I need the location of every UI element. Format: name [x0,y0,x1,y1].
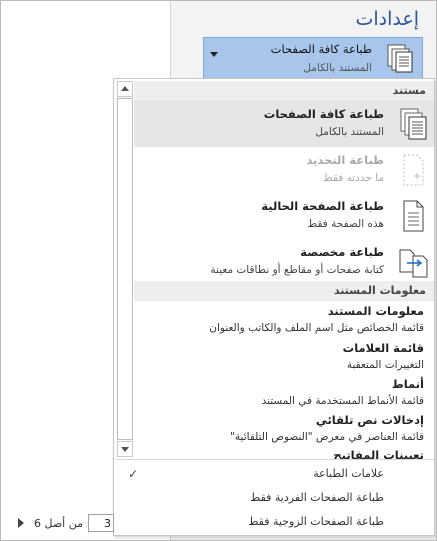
single-page-icon [398,200,428,232]
menu-item-label: طباعة مخصصة [300,245,384,259]
menu-item-print-custom[interactable]: طباعة مخصصة كتابة صفحات أو مقاطع أو نطاق… [134,239,434,285]
menu-item-print-current[interactable]: طباعة الصفحة الحالية هذه الصفحة فقط [134,193,434,239]
checkmark-icon: ✓ [128,467,139,481]
menu-item-desc: المستند بالكامل [315,126,384,138]
menu-item-doc-info[interactable]: معلومات المستند قائمة الخصائص مثل اسم ال… [134,303,434,339]
option-label: طباعة الصفحات الزوجية فقط [248,515,384,528]
menu-item-print-selection[interactable]: طباعة التحديد ما حددته فقط [134,147,434,193]
menu-item-desc: التغييرات المتعقبة [346,359,424,371]
menu-item-desc: كتابة صفحات أو مقاطع أو نطاقات معينة [210,264,384,276]
menu-item-label: معلومات المستند [327,304,424,318]
section-header-document: مستند [134,81,434,101]
current-page-input[interactable]: 3 [88,514,114,532]
menu-item-label: طباعة كافة الصفحات [263,107,384,121]
chevron-down-icon [210,52,218,57]
section-header-doc-info: معلومات المستند [134,281,434,301]
scroll-down-icon[interactable] [117,441,133,457]
menu-item-print-all[interactable]: طباعة كافة الصفحات المستند بالكامل [134,101,434,147]
custom-range-icon [398,246,428,278]
page-count-label: من أصل 6 [34,517,83,530]
option-print-odd-pages[interactable]: طباعة الصفحات الفردية فقط [116,486,434,510]
menu-item-label: إدخالات نص تلقائي [315,413,424,427]
menu-item-desc: هذه الصفحة فقط [307,218,384,230]
menu-item-key-assignments[interactable]: تعيينات المفاتيح [134,447,434,459]
menu-item-label: قائمة العلامات [342,341,424,355]
menu-item-styles[interactable]: أنماط قائمة الأنماط المستخدمة في المستند [134,375,434,411]
print-range-label: طباعة كافة الصفحات [270,42,372,56]
settings-title: إعدادات [355,8,420,30]
option-label: طباعة الصفحات الفردية فقط [250,491,384,504]
selection-page-icon [398,154,428,186]
menu-item-autotext[interactable]: إدخالات نص تلقائي قائمة العناصر في معرض … [134,411,434,447]
scroll-up-icon[interactable] [117,81,133,97]
pages-icon [386,44,414,78]
next-page-icon[interactable] [18,518,24,528]
option-print-markup[interactable]: علامات الطباعة ✓ [116,462,434,486]
option-label: علامات الطباعة [313,467,384,480]
print-range-sublabel: المستند بالكامل [303,62,372,74]
scroll-thumb[interactable] [117,98,133,440]
menu-item-label: أنماط [391,377,424,391]
option-print-even-pages[interactable]: طباعة الصفحات الزوجية فقط [116,510,434,534]
menu-item-desc: ما حددته فقط [322,172,384,184]
menu-item-desc: قائمة الأنماط المستخدمة في المستند [261,395,424,407]
pages-icon [398,108,428,140]
menu-scrollbar[interactable] [116,81,133,457]
menu-item-desc: قائمة الخصائص مثل اسم الملف والكاتب والع… [209,322,424,334]
menu-item-label: طباعة الصفحة الحالية [261,199,384,213]
menu-item-label: تعيينات المفاتيح [333,448,424,459]
menu-item-desc: قائمة العناصر في معرض "النصوص التلقائية" [230,431,424,443]
menu-divider [116,459,434,460]
print-range-menu: مستند طباعة كافة الصفحات المستند بالكامل [113,78,435,536]
menu-item-label: طباعة التحديد [306,153,384,167]
print-range-dropdown[interactable]: طباعة كافة الصفحات المستند بالكامل [203,37,423,80]
menu-item-markup-list[interactable]: قائمة العلامات التغييرات المتعقبة [134,339,434,375]
